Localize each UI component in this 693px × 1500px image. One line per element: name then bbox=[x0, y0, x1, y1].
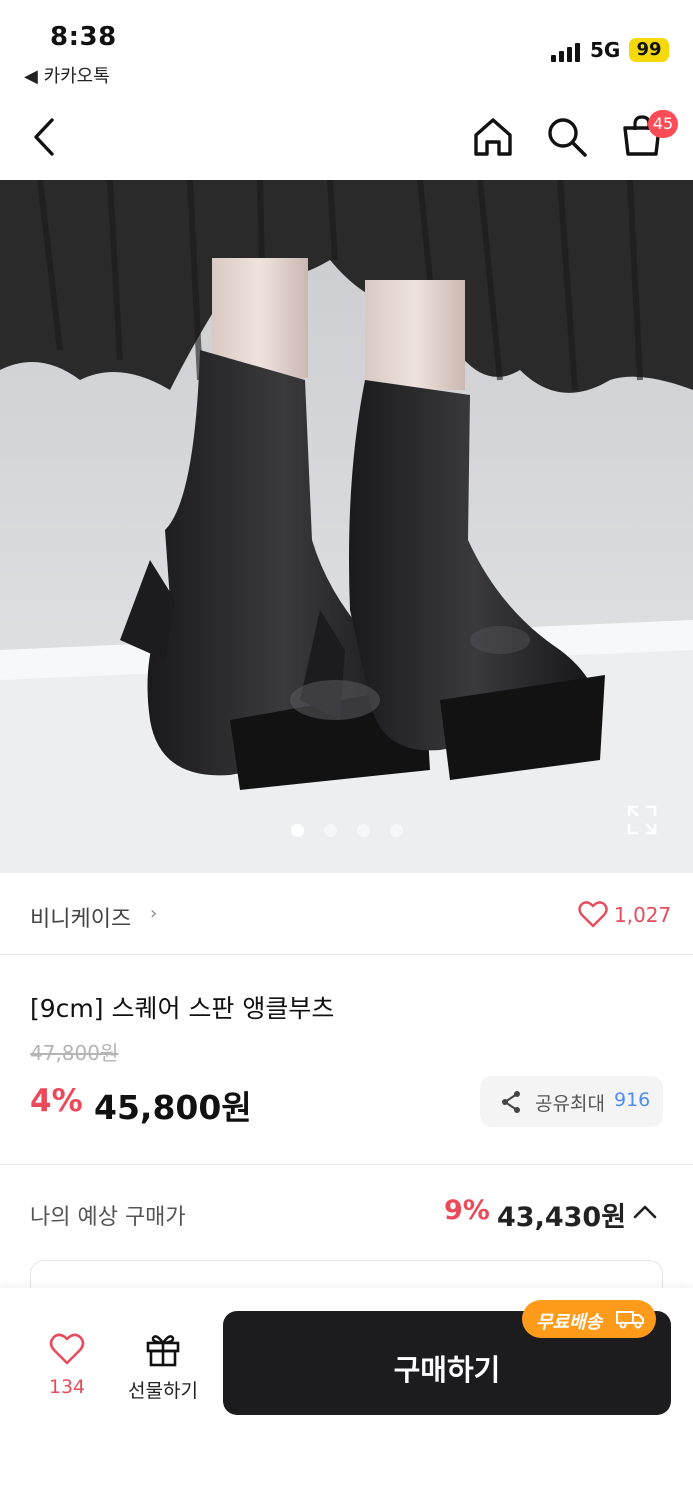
expected-price: 43,430원 bbox=[497, 1202, 627, 1233]
truck-icon bbox=[616, 1311, 644, 1329]
heart-icon[interactable] bbox=[578, 900, 608, 928]
share-icon bbox=[502, 1091, 520, 1113]
share-button[interactable]: 공유최대 916 bbox=[480, 1076, 663, 1127]
gift-icon bbox=[146, 1335, 180, 1367]
original-price: 47,800원 bbox=[30, 1041, 119, 1065]
back-to-app-link[interactable]: ◀ 카카오톡 bbox=[24, 62, 110, 88]
back-chevron-icon[interactable] bbox=[26, 114, 62, 160]
share-label: 공유최대 bbox=[535, 1093, 605, 1115]
network-label: 5G bbox=[590, 38, 621, 62]
search-icon[interactable] bbox=[544, 114, 590, 160]
top-nav: 45 bbox=[0, 96, 693, 180]
status-bar: 8:38 ◀ 카카오톡 5G 99 bbox=[0, 0, 693, 96]
gift-label: 선물하기 bbox=[128, 1380, 198, 1402]
product-title: [9cm] 스퀘어 스판 앵클부츠 bbox=[30, 994, 335, 1023]
brand-like-count: 1,027 bbox=[614, 903, 672, 927]
bottom-action-bar: 134 선물하기 구매하기 무료배송 bbox=[0, 1288, 693, 1500]
status-time: 8:38 bbox=[50, 22, 117, 52]
product-info: [9cm] 스퀘어 스판 앵클부츠 47,800원 4% 45,800원 공유최… bbox=[0, 955, 693, 1165]
expand-icon[interactable] bbox=[626, 804, 658, 836]
expected-price-label: 나의 예상 구매가 bbox=[30, 1205, 186, 1230]
signal-icon bbox=[551, 42, 581, 62]
gift-button[interactable]: 선물하기 bbox=[120, 1330, 206, 1402]
cart-count-badge: 45 bbox=[648, 110, 678, 138]
brand-row[interactable]: 비니케이즈 › 1,027 bbox=[0, 873, 693, 955]
free-shipping-badge: 무료배송 bbox=[522, 1300, 656, 1338]
chevron-right-icon: › bbox=[150, 903, 158, 924]
sale-price: 45,800원 bbox=[94, 1088, 252, 1127]
expected-price-row[interactable]: 나의 예상 구매가 9% 43,430원 bbox=[0, 1166, 693, 1258]
buy-label: 구매하기 bbox=[393, 1353, 501, 1387]
home-icon[interactable] bbox=[470, 114, 516, 160]
brand-name[interactable]: 비니케이즈 bbox=[30, 901, 131, 933]
heart-icon bbox=[49, 1333, 85, 1365]
product-image-carousel[interactable] bbox=[0, 180, 693, 873]
battery-indicator: 99 bbox=[629, 38, 669, 62]
expected-discount-rate: 9% bbox=[444, 1195, 490, 1226]
wishlist-button[interactable]: 134 bbox=[36, 1332, 98, 1402]
product-photo bbox=[0, 180, 693, 873]
discount-rate: 4% bbox=[30, 1083, 83, 1119]
free-shipping-label: 무료배송 bbox=[536, 1312, 603, 1333]
wishlist-count: 134 bbox=[48, 1376, 86, 1398]
share-reward-amount: 916 bbox=[614, 1089, 651, 1111]
chevron-up-icon[interactable] bbox=[632, 1202, 658, 1220]
